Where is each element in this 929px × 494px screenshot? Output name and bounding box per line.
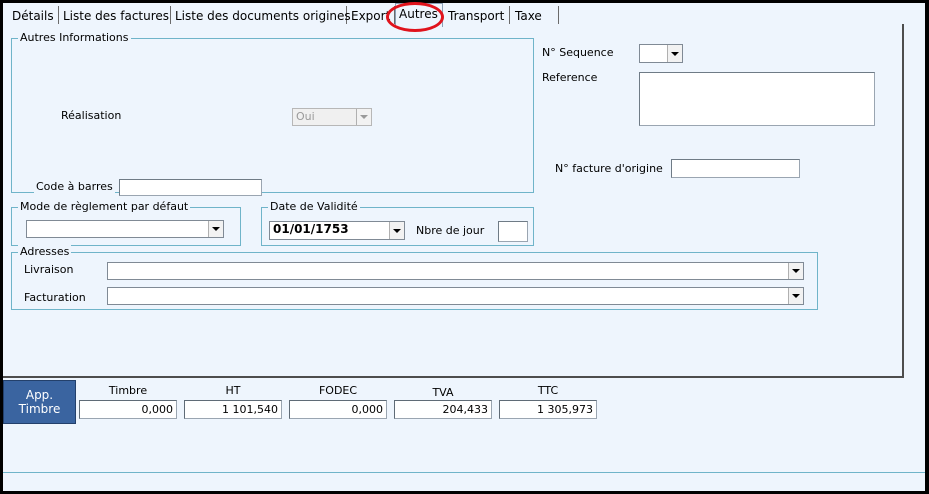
tab-panel-autres: Autres Informations Réalisation Oui Code… [3, 24, 904, 378]
livraison-select[interactable] [107, 262, 804, 280]
fodec-label: FODEC [318, 384, 358, 397]
facturation-label: Facturation [24, 291, 86, 304]
dropdown-arrow-icon [667, 45, 682, 62]
reference-label: Reference [542, 71, 598, 84]
realisation-select[interactable]: Oui [292, 108, 372, 126]
dropdown-arrow-icon [788, 263, 803, 279]
facture-origine-label: N° facture d'origine [555, 162, 663, 175]
tva-label: TVA [432, 386, 454, 399]
tva-value[interactable]: 204,433 [394, 400, 492, 419]
timbre-label: Timbre [108, 384, 148, 397]
tab-autres[interactable]: Autres [395, 3, 443, 27]
dropdown-arrow-icon [389, 222, 404, 239]
fodec-value[interactable]: 0,000 [289, 400, 387, 419]
group-mode-reglement-legend: Mode de règlement par défaut [18, 200, 191, 214]
facturation-select[interactable] [107, 287, 804, 305]
sequence-select[interactable] [639, 44, 683, 63]
ttc-value[interactable]: 1 305,973 [499, 400, 597, 419]
app-timbre-button[interactable]: App. Timbre [3, 380, 76, 424]
group-mode-reglement: Mode de règlement par défaut [11, 200, 241, 246]
ttc-label: TTC [537, 384, 559, 397]
livraison-label: Livraison [24, 263, 74, 276]
group-autres-informations-legend: Autres Informations [18, 31, 131, 45]
bottom-divider [3, 472, 925, 473]
code-barres-label: Code à barres [34, 180, 115, 193]
dropdown-arrow-icon [788, 288, 803, 304]
group-adresses: Adresses Livraison Facturation [11, 245, 818, 310]
group-adresses-legend: Adresses [18, 245, 72, 259]
sequence-label: N° Sequence [542, 46, 614, 59]
reference-textarea[interactable] [639, 72, 875, 126]
timbre-value[interactable]: 0,000 [79, 400, 177, 419]
date-validite-select[interactable]: 01/01/1753 [269, 221, 405, 240]
group-date-validite-legend: Date de Validité [268, 200, 360, 214]
group-autres-informations: Autres Informations Réalisation Oui Code… [11, 31, 534, 196]
ht-value[interactable]: 1 101,540 [184, 400, 282, 419]
nbre-jour-input[interactable] [498, 221, 528, 242]
realisation-label: Réalisation [61, 109, 122, 122]
facture-origine-input[interactable] [671, 159, 800, 178]
dropdown-arrow-icon [356, 109, 371, 125]
app-timbre-button-line1: App. [25, 388, 54, 402]
code-barres-input[interactable] [119, 179, 262, 196]
dropdown-arrow-icon [208, 221, 223, 237]
mode-reglement-select[interactable] [26, 220, 224, 238]
group-date-validite: Date de Validité 01/01/1753 Nbre de jour [261, 200, 534, 246]
nbre-jour-label: Nbre de jour [416, 224, 485, 237]
app-timbre-button-line2: Timbre [18, 402, 61, 416]
ht-label: HT [225, 384, 241, 397]
